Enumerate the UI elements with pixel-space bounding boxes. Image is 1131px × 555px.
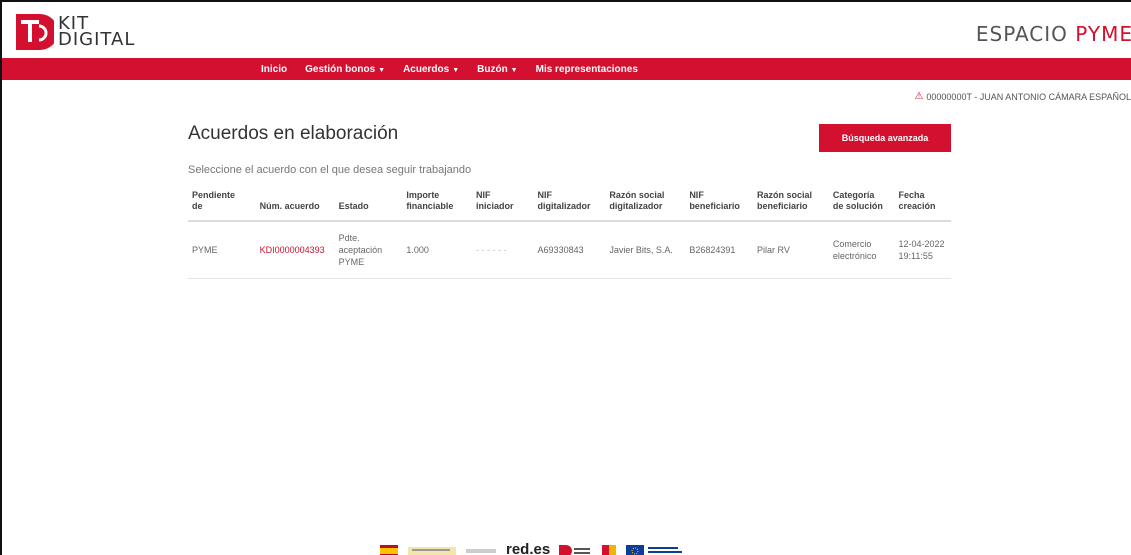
table-row[interactable]: PYME KDI0000004393 Pdte. aceptación PYME… bbox=[188, 221, 951, 279]
nav-item-acuerdos[interactable]: Acuerdos ▼ bbox=[403, 64, 459, 75]
cell-razon-beneficiario: Pilar RV bbox=[750, 221, 827, 279]
cell-pendiente: PYME bbox=[188, 221, 254, 279]
table-header-row: Pendiente de Núm. acuerdo Estado Importe… bbox=[188, 188, 951, 222]
kit-digital-logo[interactable]: KIT DIGITAL bbox=[12, 12, 135, 52]
ministry-logo bbox=[408, 547, 456, 555]
nav-item-inicio[interactable]: Inicio bbox=[261, 64, 287, 75]
red-es-logo: red.es bbox=[506, 541, 551, 555]
espacio-pyme-brand: ESPACIO PYME bbox=[976, 22, 1131, 46]
nav-item-label: Inicio bbox=[261, 63, 288, 75]
column-header[interactable]: Importe financiable bbox=[400, 188, 471, 222]
user-name: 00000000T - JUAN ANTONIO CÁMARA ESPAÑOL bbox=[926, 91, 1131, 102]
logo-text: KIT DIGITAL bbox=[58, 15, 136, 50]
agreements-table: Pendiente de Núm. acuerdo Estado Importe… bbox=[188, 188, 951, 279]
caret-down-icon: ▼ bbox=[378, 66, 386, 74]
cell-estado: Pdte. aceptación PYME bbox=[332, 221, 401, 279]
cell-categoria: Comercio electrónico bbox=[826, 221, 893, 279]
header: KIT DIGITAL ESPACIO PYME bbox=[2, 2, 1131, 56]
nav-item-buzon[interactable]: Buzón ▼ bbox=[477, 64, 517, 75]
nav-item-label: Buzón bbox=[477, 63, 508, 75]
secretaria-logo bbox=[466, 549, 496, 553]
nav-item-mis-representaciones[interactable]: Mis representaciones bbox=[536, 64, 638, 75]
page-subtitle: Seleccione el acuerdo con el que desea s… bbox=[188, 164, 472, 176]
nav-item-label: Acuerdos bbox=[403, 63, 450, 75]
main-navbar: Inicio Gestión bonos ▼ Acuerdos ▼ Buzón ▼ M… bbox=[2, 58, 1131, 80]
plan-recuperacion-logo bbox=[602, 545, 617, 555]
column-header[interactable]: Razón social beneficiario bbox=[750, 188, 827, 222]
column-header[interactable]: NIF iniciador bbox=[470, 188, 532, 222]
logo-line-2: DIGITAL bbox=[58, 29, 136, 50]
cell-importe: 1.000 bbox=[400, 221, 471, 279]
column-header[interactable]: NIF digitalizador bbox=[531, 188, 604, 222]
brand-accent: PYME bbox=[1075, 22, 1131, 46]
column-header[interactable]: Razón social digitalizador bbox=[603, 188, 684, 222]
spain-government-logo bbox=[380, 545, 398, 555]
cell-fecha: 12-04-2022 19:11:55 bbox=[892, 221, 951, 279]
eu-funded-logo bbox=[626, 545, 683, 555]
cell-nif-beneficiario: B26824391 bbox=[683, 221, 751, 279]
page-title: Acuerdos en elaboración bbox=[188, 123, 399, 144]
column-header[interactable]: NIF beneficiario bbox=[683, 188, 751, 222]
cell-razon-digitalizador: Javier Bits, S.A. bbox=[603, 221, 684, 279]
caret-down-icon: ▼ bbox=[510, 66, 518, 74]
kit-digital-logo-icon bbox=[16, 14, 54, 50]
column-header[interactable]: Categoría de solución bbox=[826, 188, 893, 222]
nav-item-gestion-bonos[interactable]: Gestión bonos ▼ bbox=[305, 64, 385, 75]
nav-item-label: Gestión bonos bbox=[305, 63, 376, 75]
column-header[interactable]: Estado bbox=[332, 188, 401, 222]
agreement-number-link[interactable]: KDI0000004393 bbox=[253, 221, 333, 279]
cell-nif-iniciador: - - - - - - bbox=[470, 221, 532, 279]
column-header[interactable]: Pendiente de bbox=[188, 188, 254, 222]
advanced-search-button[interactable]: Búsqueda avanzada bbox=[819, 124, 951, 152]
nav-item-label: Mis representaciones bbox=[535, 63, 638, 75]
cell-nif-digitalizador: A69330843 bbox=[531, 221, 604, 279]
brand-prefix: ESPACIO bbox=[975, 22, 1076, 46]
kit-digital-footer-logo bbox=[559, 545, 591, 555]
user-info[interactable]: ⚠ 00000000T - JUAN ANTONIO CÁMARA ESPAÑO… bbox=[914, 91, 1131, 102]
footer-logos: red.es bbox=[380, 542, 696, 555]
column-header[interactable]: Fecha creación bbox=[892, 188, 951, 222]
column-header[interactable]: Núm. acuerdo bbox=[253, 188, 333, 222]
nav-menu: Inicio Gestión bonos ▼ Acuerdos ▼ Buzón ▼ M… bbox=[261, 58, 656, 80]
app-frame: KIT DIGITAL ESPACIO PYME Inicio Gestión … bbox=[0, 0, 1131, 555]
caret-down-icon: ▼ bbox=[452, 66, 460, 74]
warning-icon: ⚠ bbox=[914, 91, 924, 102]
